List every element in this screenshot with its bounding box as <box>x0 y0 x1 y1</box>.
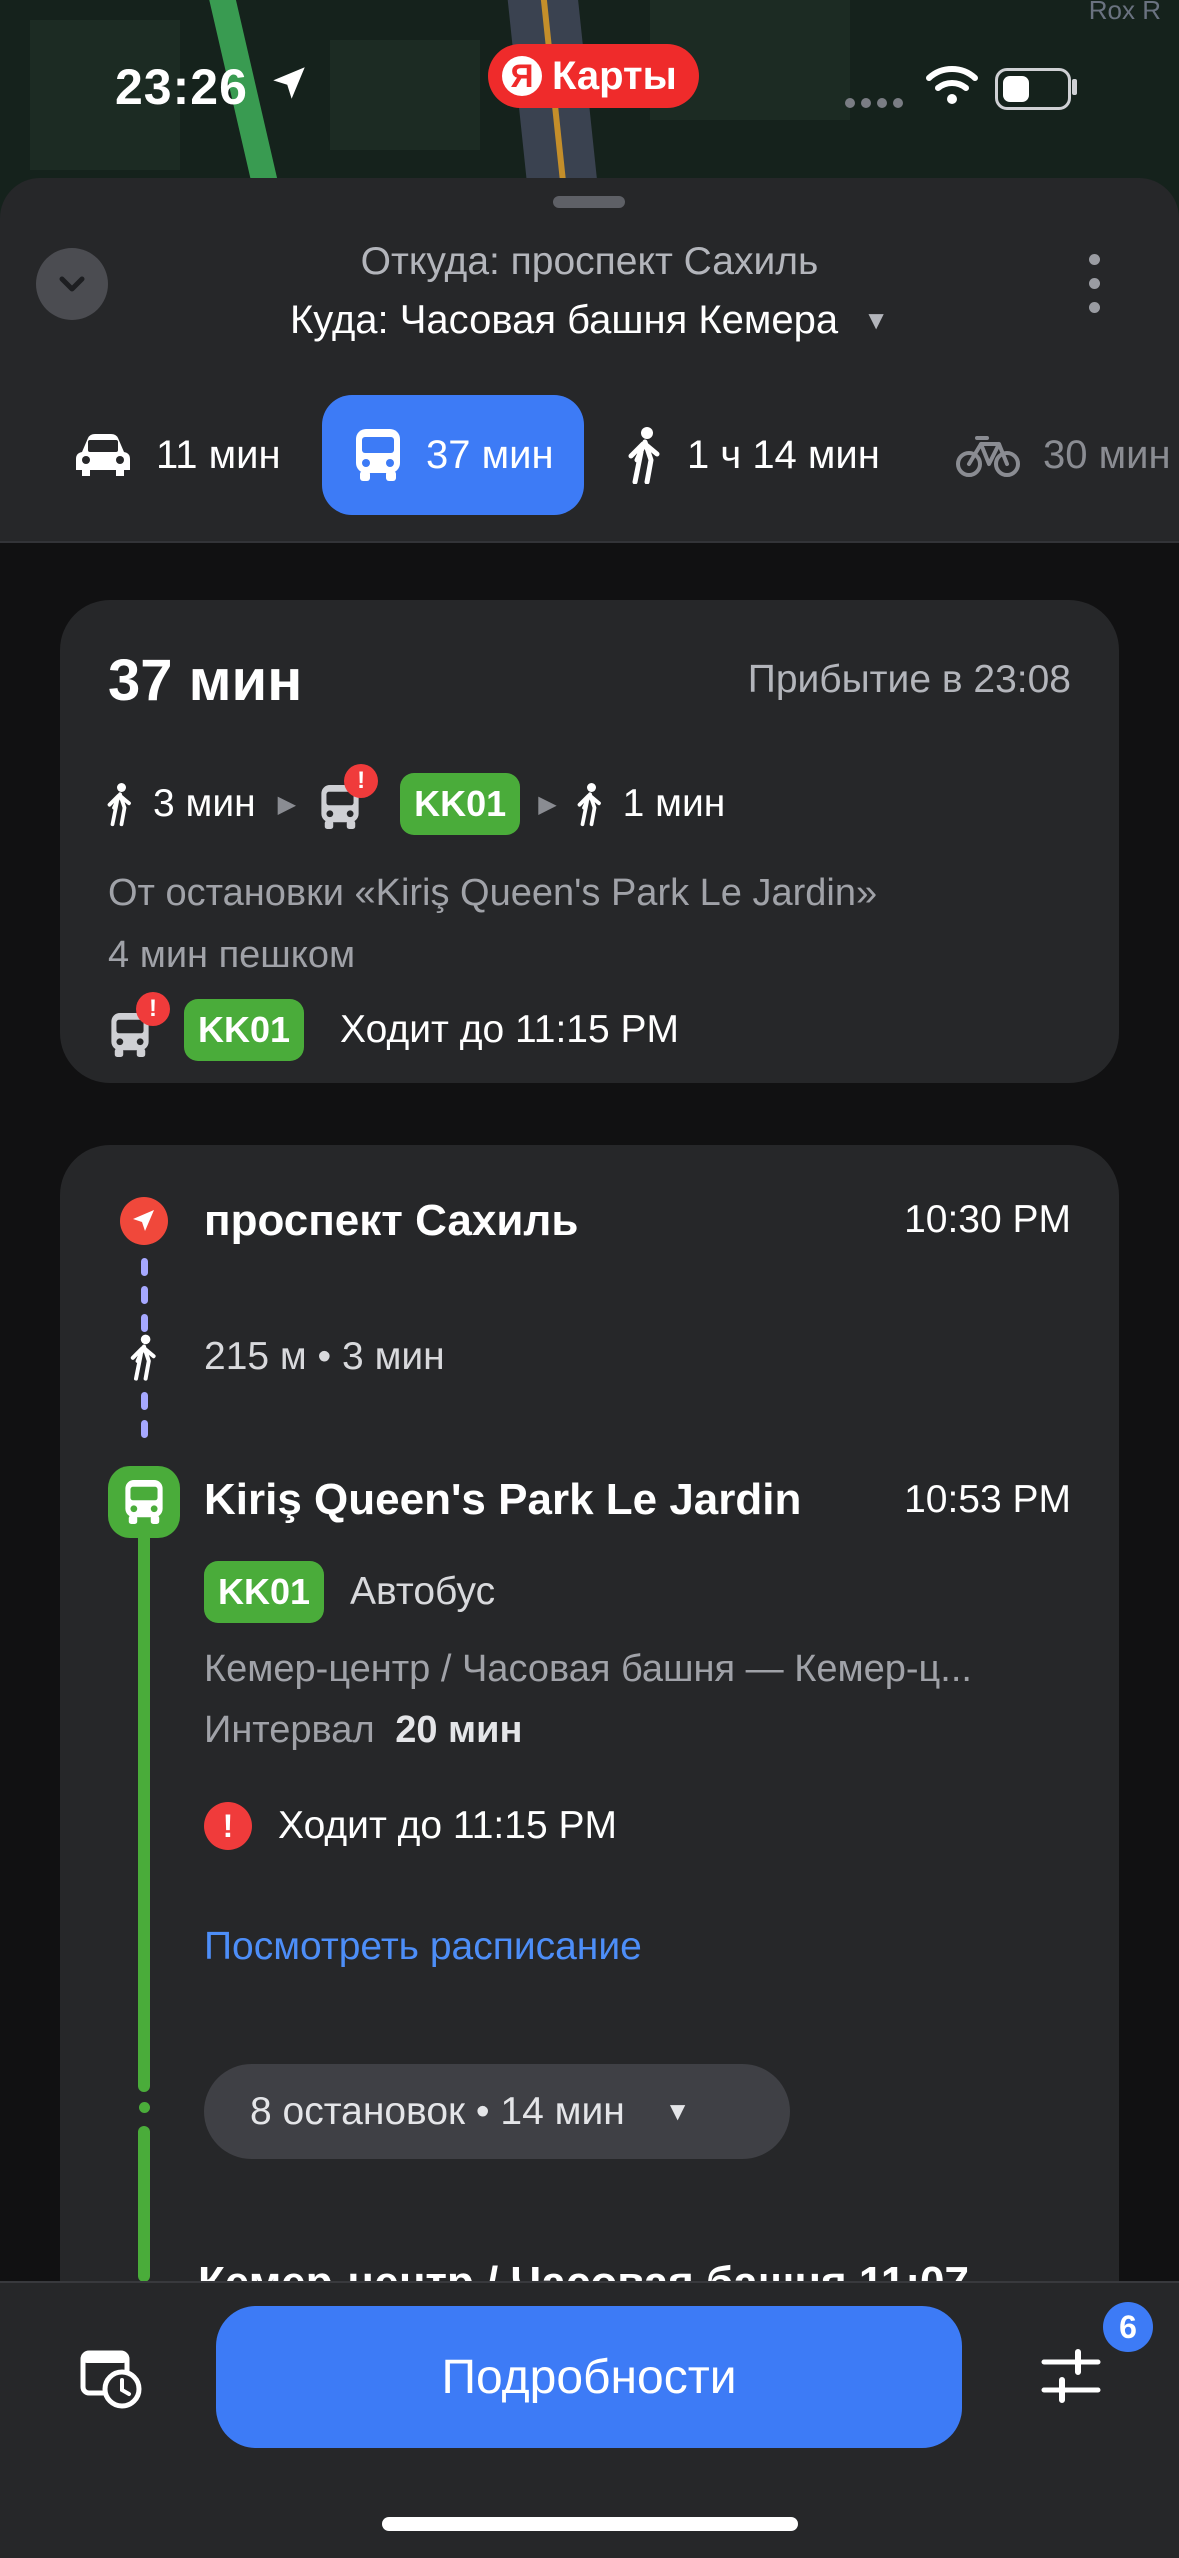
route-badge: KK01 <box>204 1561 325 1623</box>
bus-route-line <box>138 2126 150 2282</box>
location-arrow-icon <box>273 67 305 99</box>
runs-until-text: Ходит до 11:15 PM <box>340 1008 680 1051</box>
service-alert-row[interactable]: ! Ходит до 11:15 PM <box>204 1802 617 1850</box>
dropdown-triangle-icon: ▼ <box>664 2096 691 2126</box>
walk-after-text: 1 мин <box>622 782 726 825</box>
walk-to-stop-text: 4 мин пешком <box>108 934 356 976</box>
route-direction: Кемер-центр / Часовая башня — Кемер-ц... <box>204 1648 972 1690</box>
stops-count-text: 8 остановок • 14 мин <box>250 2089 625 2133</box>
walk-info: 215 м • 3 мин <box>204 1335 445 1378</box>
bus-icon <box>356 429 400 481</box>
wifi-icon <box>926 66 978 104</box>
route-stop-dot <box>139 2102 150 2113</box>
map-label: Rox R <box>1088 0 1161 25</box>
alert-badge-icon: ! <box>136 992 170 1026</box>
dropdown-triangle-icon: ▼ <box>863 305 890 335</box>
battery-cap <box>1072 79 1077 95</box>
interval-row: Интервал 20 мин <box>204 1709 522 1752</box>
tab-car[interactable]: 11 мин <box>72 395 281 515</box>
status-time: 23:26 <box>115 59 248 115</box>
schedule-clock-icon[interactable] <box>80 2347 142 2409</box>
tab-bike-label: 30 мин <box>1043 432 1171 477</box>
route-info-row: KK01 Автобус <box>204 1561 495 1623</box>
transport-mode-tabs: 11 мин 37 мин 1 ч 14 мин 30 мин <box>0 395 1179 520</box>
tab-walk[interactable]: 1 ч 14 мин <box>625 395 880 515</box>
arrival-time: Прибытие в 23:08 <box>747 658 1071 701</box>
app-brand-badge[interactable]: Я Карты <box>488 44 699 108</box>
alert-icon: ! <box>204 1802 252 1850</box>
drag-handle[interactable] <box>553 196 625 208</box>
walk-icon <box>130 1334 156 1381</box>
brand-name: Карты <box>552 53 677 98</box>
bus-route-line <box>138 1530 150 2092</box>
car-icon <box>76 434 130 476</box>
yandex-logo-icon: Я <box>502 56 542 96</box>
tab-walk-label: 1 ч 14 мин <box>687 432 880 477</box>
tab-transit-label: 37 мин <box>426 432 554 477</box>
walk-icon <box>107 783 131 827</box>
cellular-signal-icon <box>845 98 905 108</box>
home-indicator[interactable] <box>382 2517 798 2531</box>
bus-alert-icon: ! <box>318 764 379 832</box>
bike-icon <box>956 436 1020 477</box>
route-from[interactable]: Откуда: проспект Сахиль <box>0 240 1179 284</box>
walk-path-line <box>141 1258 148 1342</box>
start-point-name: проспект Сахиль <box>204 1196 579 1245</box>
walk-icon <box>628 427 660 484</box>
runs-until-row: ! KK01 Ходит до 11:15 PM <box>108 992 680 1062</box>
bus-icon <box>125 1480 163 1524</box>
start-time: 10:30 PM <box>904 1198 1071 1241</box>
interval-value: 20 мин <box>395 1709 523 1751</box>
stop-time: 10:53 PM <box>904 1478 1071 1521</box>
walk-path-line <box>141 1392 148 1448</box>
filters-count-badge: 6 <box>1103 2302 1153 2352</box>
from-stop-text: От остановки «Kiriş Queen's Park Le Jard… <box>108 872 878 914</box>
tab-car-label: 11 мин <box>156 432 281 477</box>
route-filters-icon[interactable] <box>1040 2348 1102 2404</box>
route-badge: KK01 <box>184 999 305 1061</box>
view-schedule-link[interactable]: Посмотреть расписание <box>204 1925 642 1969</box>
route-duration: 37 мин <box>108 648 303 713</box>
route-segments: 3 мин ▶ ! KK01 ▶ 1 мин <box>105 764 726 836</box>
battery-icon <box>995 68 1071 110</box>
bus-alert-icon: ! <box>108 992 170 1058</box>
bus-stop-marker <box>108 1466 180 1538</box>
vehicle-type: Автобус <box>350 1570 496 1613</box>
more-options-icon[interactable] <box>1082 254 1106 324</box>
interval-label: Интервал <box>204 1709 375 1751</box>
stops-toggle-button[interactable]: 8 остановок • 14 мин ▼ <box>204 2064 790 2159</box>
tab-bike[interactable]: 30 мин <box>955 395 1171 515</box>
route-to-label: Куда: Часовая башня Кемера <box>289 298 839 342</box>
details-button[interactable]: Подробности <box>216 2306 962 2448</box>
segment-arrow-icon: ▶ <box>277 790 297 818</box>
header-divider <box>0 541 1179 543</box>
route-badge: KK01 <box>400 773 521 835</box>
tab-transit[interactable]: 37 мин <box>322 395 584 515</box>
stop-name: Kiriş Queen's Park Le Jardin <box>204 1475 802 1524</box>
segment-arrow-icon: ▶ <box>538 790 557 818</box>
alert-badge-icon: ! <box>344 764 379 798</box>
walk-before-text: 3 мин <box>153 782 256 825</box>
route-to[interactable]: Куда: Часовая башня Кемера ▼ <box>0 298 1179 343</box>
walk-icon <box>577 783 601 827</box>
service-alert-text: Ходит до 11:15 PM <box>278 1804 617 1847</box>
start-location-icon <box>120 1197 168 1245</box>
